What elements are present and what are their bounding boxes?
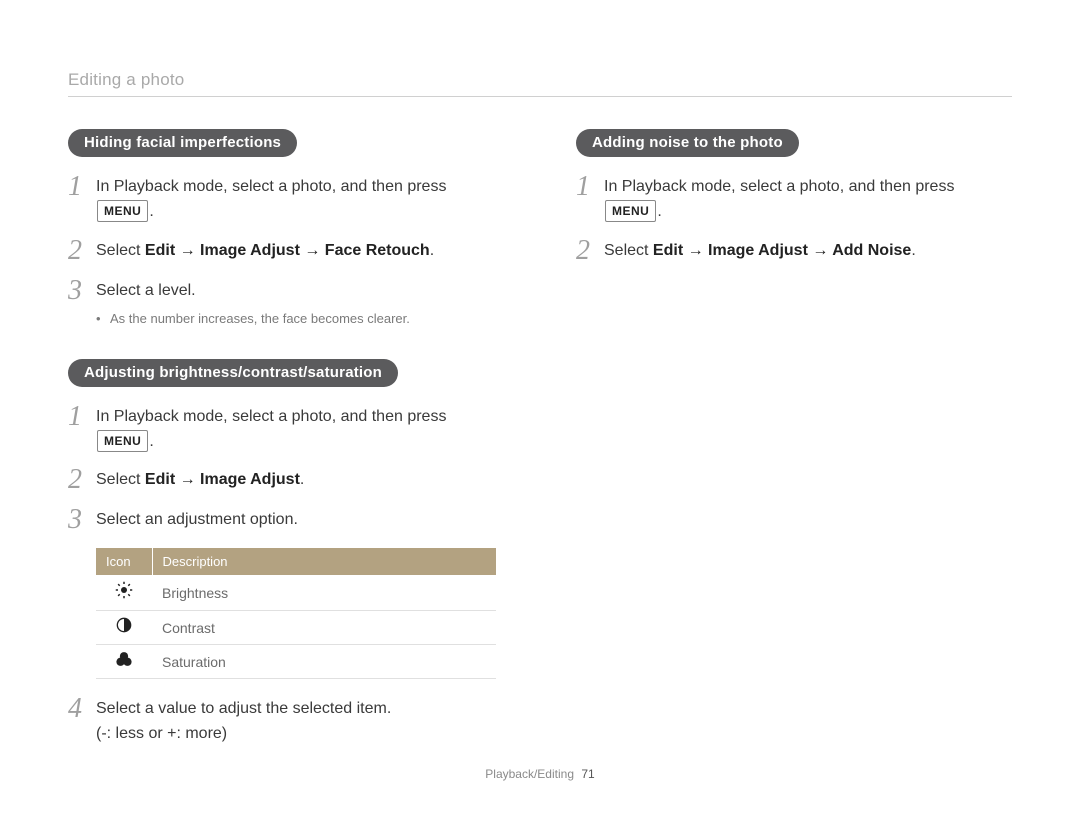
footer-section: Playback/Editing [485, 767, 574, 781]
pill-adding-noise: Adding noise to the photo [576, 129, 799, 157]
right-column: Adding noise to the photo 1 In Playback … [576, 129, 1012, 777]
steps-face-retouch: 1 In Playback mode, select a photo, and … [68, 175, 504, 329]
step-text: Select [96, 471, 145, 488]
th-icon: Icon [96, 548, 152, 575]
page-number: 71 [581, 767, 594, 781]
contrast-icon [116, 617, 132, 638]
step: 1 In Playback mode, select a photo, and … [68, 175, 504, 225]
cell-desc: Contrast [152, 611, 496, 645]
note-list: • As the number increases, the face beco… [96, 309, 504, 329]
pill-adjusting-bcs: Adjusting brightness/contrast/saturation [68, 359, 398, 387]
note-item: • As the number increases, the face beco… [96, 309, 504, 329]
step-number: 1 [68, 403, 96, 431]
menu-path: Edit → Image Adjust → Face Retouch [145, 242, 430, 259]
step-body: Select Edit → Image Adjust → Face Retouc… [96, 239, 504, 264]
step-number: 2 [68, 466, 96, 494]
step-subtext: (-: less or +: more) [96, 725, 227, 742]
step-number: 2 [68, 237, 96, 265]
step-body: Select an adjustment option. [96, 508, 504, 533]
table-header-row: Icon Description [96, 548, 496, 575]
menu-path: Edit → Image Adjust [145, 471, 300, 488]
step-text: . [430, 242, 434, 259]
step-text: In Playback mode, select a photo, and th… [96, 178, 446, 195]
step-number: 3 [68, 506, 96, 534]
step-text: Select a value to adjust the selected it… [96, 700, 391, 717]
step-body: Select a value to adjust the selected it… [96, 697, 504, 747]
step-body: In Playback mode, select a photo, and th… [96, 175, 504, 225]
step-text: . [149, 203, 153, 220]
step: 1 In Playback mode, select a photo, and … [68, 405, 504, 455]
step-number: 4 [68, 695, 96, 723]
cell-desc: Saturation [152, 645, 496, 679]
step-body: Select a level. • As the number increase… [96, 279, 504, 329]
step-text: In Playback mode, select a photo, and th… [96, 408, 446, 425]
step-text: In Playback mode, select a photo, and th… [604, 178, 954, 195]
step: 4 Select a value to adjust the selected … [68, 697, 504, 747]
page: Editing a photo Hiding facial imperfecti… [0, 0, 1080, 815]
menu-key: MENU [97, 430, 148, 453]
menu-path: Edit → Image Adjust → Add Noise [653, 242, 911, 259]
step-text: Select [96, 242, 145, 259]
footer: Playback/Editing 71 [0, 767, 1080, 781]
table-row: Brightness [96, 575, 496, 611]
step-body: Select Edit → Image Adjust → Add Noise. [604, 239, 1012, 264]
step-text: Select a level. [96, 282, 196, 299]
step-number: 3 [68, 277, 96, 305]
left-column: Hiding facial imperfections 1 In Playbac… [68, 129, 504, 777]
table-row: Saturation [96, 645, 496, 679]
step: 2 Select Edit → Image Adjust → Face Reto… [68, 239, 504, 265]
steps-add-noise: 1 In Playback mode, select a photo, and … [576, 175, 1012, 265]
table-row: Contrast [96, 611, 496, 645]
cell-icon [96, 611, 152, 645]
step: 3 Select an adjustment option. [68, 508, 504, 534]
step-number: 1 [68, 173, 96, 201]
step-number: 2 [576, 237, 604, 265]
adjustment-table: Icon Description Brightness [96, 548, 496, 679]
step-body: Select Edit → Image Adjust. [96, 468, 504, 493]
breadcrumb: Editing a photo [68, 70, 1012, 90]
steps-adjust-cont: 4 Select a value to adjust the selected … [68, 697, 504, 747]
brightness-icon [115, 581, 133, 604]
menu-key: MENU [605, 200, 656, 223]
cell-icon [96, 645, 152, 679]
step-body: In Playback mode, select a photo, and th… [604, 175, 1012, 225]
step-text: . [300, 471, 304, 488]
step-text: . [149, 433, 153, 450]
columns: Hiding facial imperfections 1 In Playbac… [68, 129, 1012, 777]
bullet-icon: • [96, 309, 110, 329]
step-text: Select an adjustment option. [96, 511, 298, 528]
step-body: In Playback mode, select a photo, and th… [96, 405, 504, 455]
step-number: 1 [576, 173, 604, 201]
menu-key: MENU [97, 200, 148, 223]
step-text: . [911, 242, 915, 259]
pill-hiding-facial-imperfections: Hiding facial imperfections [68, 129, 297, 157]
step-text: Select [604, 242, 653, 259]
note-text: As the number increases, the face become… [110, 309, 410, 329]
step: 3 Select a level. • As the number increa… [68, 279, 504, 329]
step: 2 Select Edit → Image Adjust → Add Noise… [576, 239, 1012, 265]
step: 1 In Playback mode, select a photo, and … [576, 175, 1012, 225]
step-text: . [657, 203, 661, 220]
cell-icon [96, 575, 152, 611]
cell-desc: Brightness [152, 575, 496, 611]
step: 2 Select Edit → Image Adjust. [68, 468, 504, 494]
divider [68, 96, 1012, 97]
th-description: Description [152, 548, 496, 575]
steps-adjust: 1 In Playback mode, select a photo, and … [68, 405, 504, 535]
saturation-icon [115, 651, 133, 672]
